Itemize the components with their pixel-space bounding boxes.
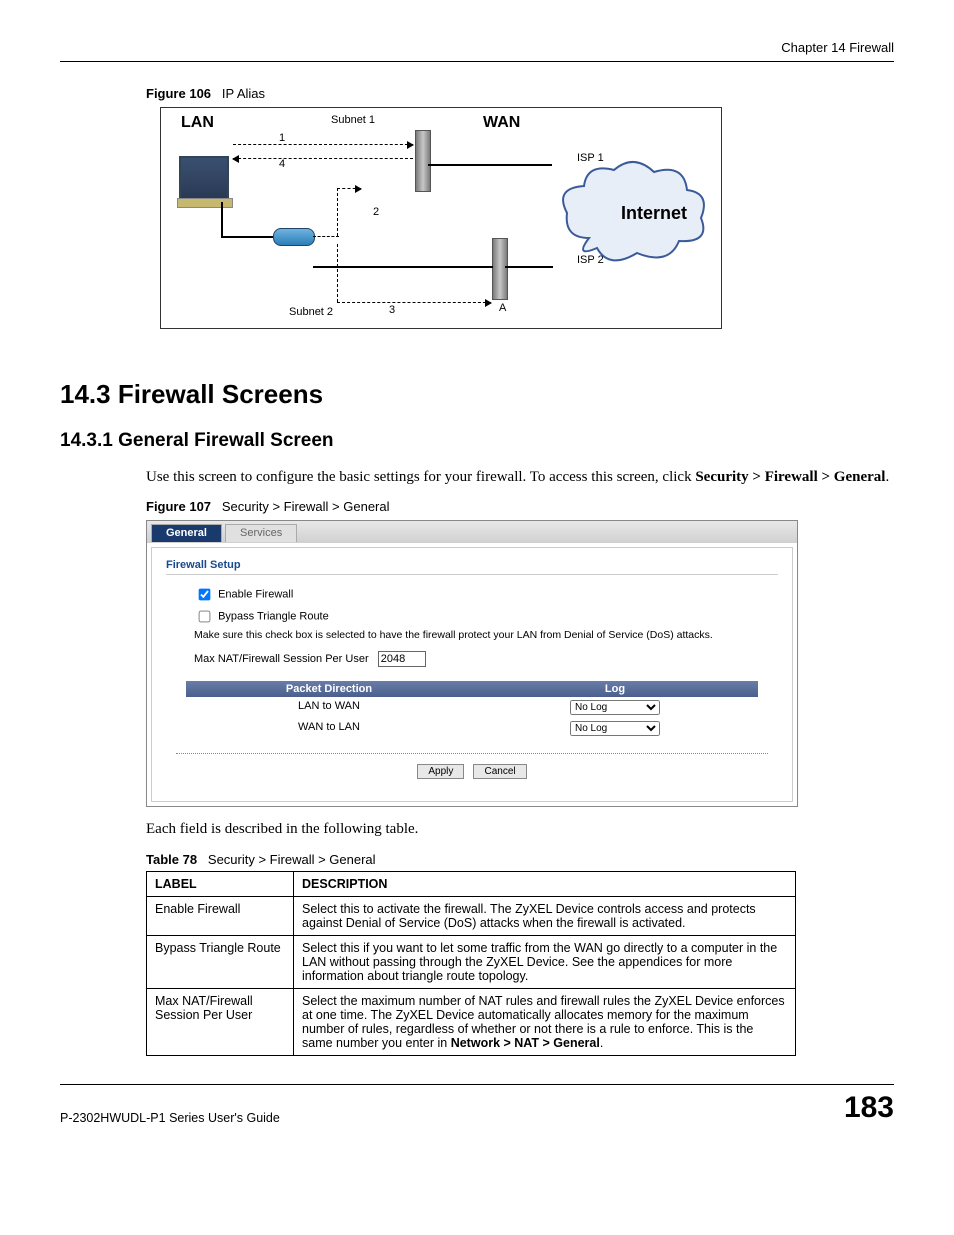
subsection-heading: 14.3.1 General Firewall Screen — [60, 430, 894, 452]
firewall-general-screenshot: General Services Firewall Setup Enable F… — [146, 520, 798, 807]
num1-label: 1 — [279, 132, 285, 144]
tab-bar: General Services — [147, 521, 797, 543]
intro-paragraph: Use this screen to configure the basic s… — [146, 467, 894, 487]
subnet2-label: Subnet 2 — [289, 306, 333, 318]
table-row: Max NAT/Firewall Session Per User Select… — [147, 988, 796, 1055]
gateway-icon — [415, 130, 431, 192]
arrow-dash-1 — [233, 144, 413, 145]
wire-pc-hub-h — [221, 236, 273, 238]
dash-3v — [337, 244, 338, 302]
intro-text-2: . — [885, 469, 889, 485]
hdr-packet-direction: Packet Direction — [186, 681, 472, 697]
figure-106-caption: Figure 106 IP Alias — [146, 86, 894, 101]
num4-label: 4 — [279, 158, 285, 170]
wire-hub-r2 — [313, 266, 493, 268]
table-78-label: Table 78 — [146, 852, 197, 867]
dash-2h-top — [337, 188, 361, 189]
firewall-setup-title: Firewall Setup — [166, 556, 778, 575]
figure-106-title: IP Alias — [222, 86, 265, 101]
figure-107-label: Figure 107 — [146, 499, 211, 514]
page-footer: P-2302HWUDL-P1 Series User's Guide 183 — [60, 1084, 894, 1125]
enable-firewall-label: Enable Firewall — [218, 589, 293, 601]
pc-icon — [179, 156, 229, 200]
footer-page-number: 183 — [844, 1091, 894, 1125]
numA-label: A — [499, 302, 506, 314]
footer-guide-name: P-2302HWUDL-P1 Series User's Guide — [60, 1111, 280, 1125]
bypass-triangle-label: Bypass Triangle Route — [218, 611, 329, 623]
dash-2h-bot — [313, 236, 339, 237]
ip-alias-diagram: LAN WAN Subnet 1 Subnet 2 ISP 1 ISP 2 1 … — [160, 107, 722, 329]
row2-direction: WAN to LAN — [186, 721, 472, 736]
figure-107-caption: Figure 107 Security > Firewall > General — [146, 499, 894, 514]
wire-r2-isp2 — [505, 266, 553, 268]
wan-label: WAN — [483, 114, 520, 132]
tab-general[interactable]: General — [151, 524, 222, 542]
internet-label: Internet — [621, 203, 687, 224]
packet-table-header: Packet Direction Log — [186, 681, 758, 697]
cancel-button[interactable]: Cancel — [473, 764, 526, 779]
divider — [176, 753, 768, 754]
table-78-caption: Table 78 Security > Firewall > General — [146, 852, 894, 867]
num2-label: 2 — [373, 206, 379, 218]
hub-icon — [273, 228, 315, 246]
enable-firewall-checkbox[interactable] — [199, 589, 211, 601]
description-table: LABEL DESCRIPTION Enable Firewall Select… — [146, 871, 796, 1056]
subnet1-label: Subnet 1 — [331, 114, 375, 126]
row2-label: Max NAT/Firewall Session Per User — [147, 988, 294, 1055]
after-figure-text: Each field is described in the following… — [146, 819, 894, 839]
num3-label: 3 — [389, 304, 395, 316]
intro-text-1: Use this screen to configure the basic s… — [146, 469, 695, 485]
intro-text-bold: Security > Firewall > General — [695, 469, 885, 485]
table-78-title: Security > Firewall > General — [208, 852, 376, 867]
table-row: Bypass Triangle Route Select this if you… — [147, 935, 796, 988]
chapter-header: Chapter 14 Firewall — [60, 40, 894, 62]
wire-pc-hub-v — [221, 202, 223, 236]
section-heading: 14.3 Firewall Screens — [60, 379, 894, 410]
arrow-dash-4 — [233, 158, 413, 159]
lan-label: LAN — [181, 114, 214, 132]
wire-r1-isp1 — [428, 164, 552, 166]
row0-desc: Select this to activate the firewall. Th… — [294, 896, 796, 935]
row1-log-select[interactable]: No Log — [570, 700, 660, 715]
row0-label: Enable Firewall — [147, 896, 294, 935]
row2-log-select[interactable]: No Log — [570, 721, 660, 736]
session-per-user-input[interactable] — [378, 651, 426, 667]
th-label: LABEL — [147, 871, 294, 896]
th-description: DESCRIPTION — [294, 871, 796, 896]
figure-107-title: Security > Firewall > General — [222, 499, 390, 514]
dos-note: Make sure this check box is selected to … — [194, 629, 778, 641]
gateway2-icon — [492, 238, 508, 300]
row1-label: Bypass Triangle Route — [147, 935, 294, 988]
row1-direction: LAN to WAN — [186, 700, 472, 715]
figure-106-label: Figure 106 — [146, 86, 211, 101]
row1-desc: Select this if you want to let some traf… — [294, 935, 796, 988]
hdr-log: Log — [472, 681, 758, 697]
row2-desc: Select the maximum number of NAT rules a… — [294, 988, 796, 1055]
table-row: WAN to LAN No Log — [186, 718, 758, 739]
apply-button[interactable]: Apply — [417, 764, 464, 779]
tab-services[interactable]: Services — [225, 524, 297, 542]
table-row: Enable Firewall Select this to activate … — [147, 896, 796, 935]
table-row: LAN to WAN No Log — [186, 697, 758, 718]
bypass-triangle-checkbox[interactable] — [199, 611, 211, 623]
session-label: Max NAT/Firewall Session Per User — [194, 653, 369, 665]
dash-2v — [337, 188, 338, 236]
dash-3h — [337, 302, 491, 303]
